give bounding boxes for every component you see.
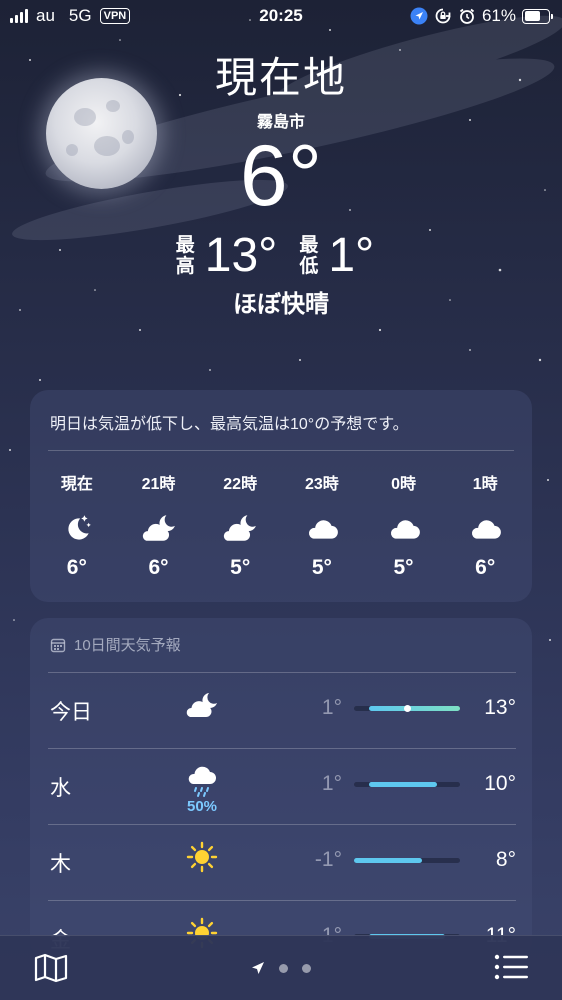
hourly-forecast-card[interactable]: 明日は気温が低下し、最高気温は10°の予想です。 現在 6° 21時 6° 22時 5° 2… [30,390,532,602]
daily-forecast-title: 10日間天気予報 [74,637,181,654]
low-temperature: 1° [328,229,375,282]
high-temperature: 10° [484,772,516,795]
current-temperature: 6° [239,128,323,224]
daily-forecast-card[interactable]: 10日間天気予報 今日1°13°水50%1°10°木-1°8°金1°11° [30,618,532,958]
condition-text: ほぼ快晴 [233,291,329,318]
low-temperature: 1° [321,696,342,719]
cloud-icon [281,510,363,546]
high-temperature: 13° [204,229,278,282]
battery-percent: 61% [481,6,516,25]
cloud-icon [363,510,445,546]
day-label: 今日 [50,701,92,724]
hourly-item: 22時 5° [199,470,281,580]
alarm-icon [459,8,475,24]
hourly-item: 1時 6° [444,470,526,580]
hour-temperature: 5° [393,556,414,579]
forecast-summary: 明日は気温が低下し、最高気温は10°の予想です。 [50,416,409,433]
hour-label: 22時 [223,476,258,493]
status-bar: au 5G VPN 20:25 61% [0,0,562,34]
divider [48,450,514,451]
high-temperature: 8° [495,848,516,871]
temperature-range-fill [369,706,460,711]
calendar-icon [50,638,66,652]
temperature-range-bar [354,705,460,712]
hour-label: 21時 [141,476,176,493]
location-page-icon[interactable] [251,961,265,975]
hourly-item: 23時 5° [281,470,363,580]
hour-temperature: 6° [66,556,87,579]
page-dot[interactable] [302,963,311,973]
temperature-range-bar [354,858,460,863]
hourly-list[interactable]: 現在 6° 21時 6° 22時 5° 23時 5° 0時 5° 1時 6° [36,470,526,580]
hour-label: 23時 [304,476,339,493]
cloud-moon-icon [199,510,281,546]
sun-icon [182,840,222,879]
hour-temperature: 5° [311,556,332,579]
daily-row[interactable]: 木 -1° 8° [48,824,516,900]
divider [48,824,516,825]
temperature-range-fill [369,782,438,787]
location-arrow-icon [410,7,428,25]
divider [48,672,516,673]
high-label: 最高 [175,235,195,277]
daily-forecast-header: 10日間天気予報 [50,634,181,655]
cloud-icon [444,510,526,546]
cloud-moon-icon [118,510,200,546]
divider [48,900,516,901]
daily-row[interactable]: 水 50% 1° 10° [48,748,516,824]
list-icon[interactable] [494,954,528,980]
day-label: 水 [50,777,71,800]
battery-icon [522,8,553,24]
day-label: 木 [50,853,71,876]
temperature-range-bar [354,782,460,787]
high-temperature: 13° [484,696,516,719]
location-title: 現在地 [214,54,347,101]
cloud-moon-icon [182,688,222,727]
high-low: 最高 13° 最低 1° [0,228,562,284]
moon-icon [36,510,118,546]
low-temperature: 1° [321,772,342,795]
low-label: 最低 [299,235,319,277]
hourly-item: 0時 5° [363,470,445,580]
page-dot[interactable] [279,963,288,973]
hour-label: 0時 [391,476,416,493]
bottom-toolbar [0,935,562,1000]
hour-temperature: 6° [475,556,496,579]
temperature-range-fill [354,858,423,863]
hour-label: 現在 [60,476,93,493]
low-temperature: -1° [314,848,342,871]
hourly-item: 21時 6° [118,470,200,580]
precip-chance: 50% [186,798,218,815]
page-indicator[interactable] [0,961,562,975]
current-temp-dot [403,705,411,712]
daily-row[interactable]: 今日 1° 13° [48,672,516,748]
hour-label: 1時 [472,476,498,493]
divider [48,748,516,749]
hour-temperature: 5° [230,556,251,579]
hourly-item: 現在 6° [36,470,118,580]
battery-fill [524,11,541,21]
screen-lock-icon [435,8,451,24]
hour-temperature: 6° [148,556,169,579]
